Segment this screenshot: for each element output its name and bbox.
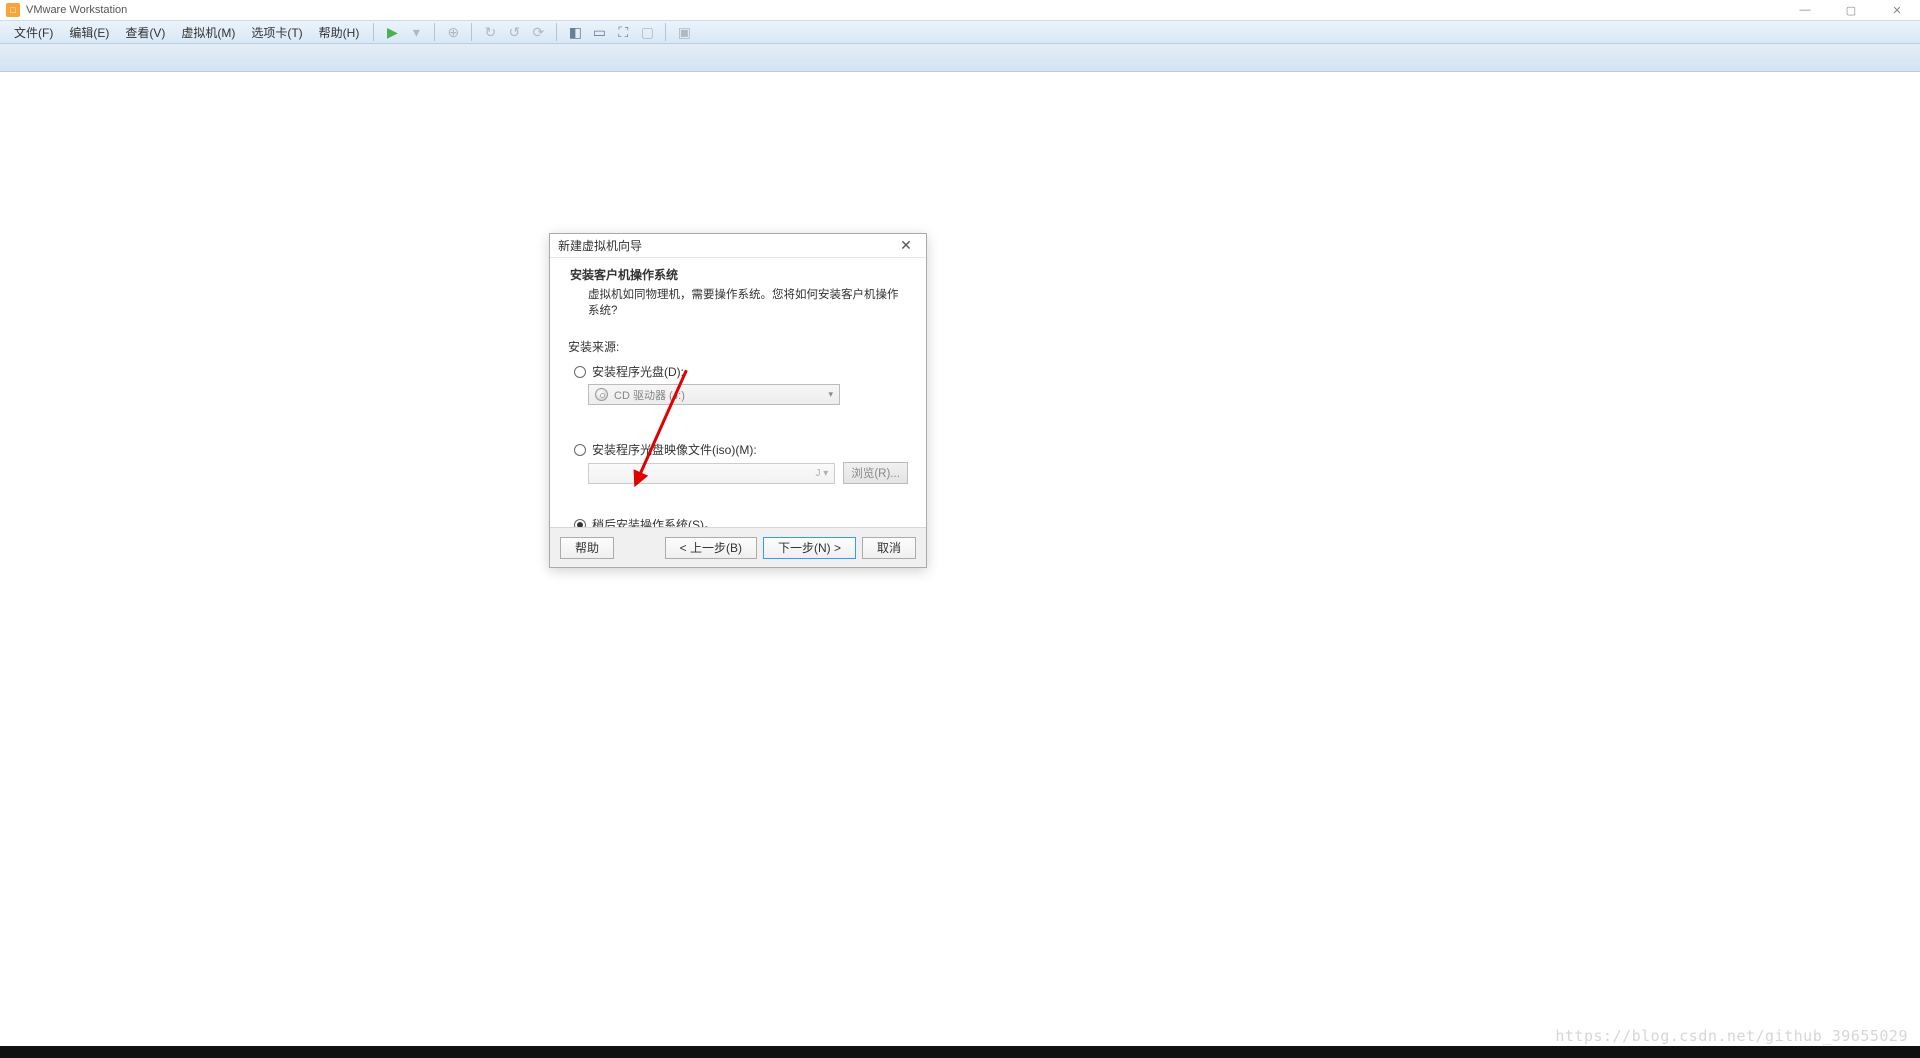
toolbar-icon[interactable]: ⟳ xyxy=(529,23,547,41)
app-title: VMware Workstation xyxy=(26,4,127,16)
fullscreen-icon[interactable]: ▢ xyxy=(638,23,656,41)
browse-button[interactable]: 浏览(R)... xyxy=(843,462,908,484)
tab-strip xyxy=(0,44,1920,72)
play-icon[interactable]: ▶ xyxy=(383,23,401,41)
radio-disc-label: 安装程序光盘(D): xyxy=(592,363,684,380)
radio-icon xyxy=(574,366,586,378)
content-area xyxy=(0,72,1920,1058)
taskbar xyxy=(0,1046,1920,1058)
menu-view[interactable]: 查看(V) xyxy=(117,21,173,43)
separator xyxy=(373,23,374,41)
close-icon[interactable]: ✕ xyxy=(894,237,918,254)
separator xyxy=(434,23,435,41)
source-label: 安装来源: xyxy=(568,338,908,355)
toolbar-icon[interactable]: ↻ xyxy=(481,23,499,41)
separator xyxy=(665,23,666,41)
radio-installer-disc[interactable]: 安装程序光盘(D): xyxy=(568,363,908,380)
radio-iso-file[interactable]: 安装程序光盘映像文件(iso)(M): xyxy=(568,441,908,458)
dialog-header: 安装客户机操作系统 虚拟机如同物理机，需要操作系统。您将如何安装客户机操作系统? xyxy=(550,258,926,328)
dialog-body: 安装来源: 安装程序光盘(D): CD 驱动器 (J:) ▾ 安装程序光盘映像文… xyxy=(550,328,926,559)
dialog-subheading: 虚拟机如同物理机，需要操作系统。您将如何安装客户机操作系统? xyxy=(570,286,906,318)
title-bar: □ VMware Workstation — ▢ ✕ xyxy=(0,0,1920,20)
minimize-button[interactable]: — xyxy=(1782,0,1828,20)
back-button[interactable]: < 上一步(B) xyxy=(665,537,757,559)
dialog-footer: 帮助 < 上一步(B) 下一步(N) > 取消 xyxy=(550,527,926,567)
iso-combo-indicator: J ▾ xyxy=(815,468,828,479)
menu-bar: 文件(F) 编辑(E) 查看(V) 虚拟机(M) 选项卡(T) 帮助(H) ▶ … xyxy=(0,20,1920,44)
app-icon: □ xyxy=(6,3,20,17)
window-controls: — ▢ ✕ xyxy=(1782,0,1920,20)
separator xyxy=(471,23,472,41)
toolbar-icon[interactable]: ⊕ xyxy=(444,23,462,41)
radio-iso-label: 安装程序光盘映像文件(iso)(M): xyxy=(592,441,757,458)
disc-icon xyxy=(595,388,608,401)
menu-help[interactable]: 帮助(H) xyxy=(311,21,368,43)
dialog-heading: 安装客户机操作系统 xyxy=(570,266,906,283)
dialog-titlebar[interactable]: 新建虚拟机向导 ✕ xyxy=(550,234,926,258)
iso-path-input[interactable]: J ▾ xyxy=(588,463,835,484)
dropdown-icon[interactable]: ▾ xyxy=(407,23,425,41)
toolbar-icon[interactable]: ↺ xyxy=(505,23,523,41)
separator xyxy=(556,23,557,41)
close-button[interactable]: ✕ xyxy=(1874,0,1920,20)
sidebar-toggle-icon[interactable]: ◧ xyxy=(566,23,584,41)
disc-drive-label: CD 驱动器 (J:) xyxy=(614,387,685,403)
menu-tabs[interactable]: 选项卡(T) xyxy=(243,21,310,43)
new-vm-wizard-dialog: 新建虚拟机向导 ✕ 安装客户机操作系统 虚拟机如同物理机，需要操作系统。您将如何… xyxy=(549,233,927,568)
radio-icon xyxy=(574,444,586,456)
maximize-button[interactable]: ▢ xyxy=(1828,0,1874,20)
cancel-button[interactable]: 取消 xyxy=(862,537,916,559)
dialog-title: 新建虚拟机向导 xyxy=(558,237,642,254)
chevron-down-icon: ▾ xyxy=(828,389,833,400)
menu-vm[interactable]: 虚拟机(M) xyxy=(173,21,243,43)
fit-icon[interactable]: ⛶ xyxy=(614,23,632,41)
help-button[interactable]: 帮助 xyxy=(560,537,614,559)
disc-drive-combo[interactable]: CD 驱动器 (J:) ▾ xyxy=(588,384,840,405)
menu-edit[interactable]: 编辑(E) xyxy=(61,21,117,43)
next-button[interactable]: 下一步(N) > xyxy=(763,537,856,559)
thumbnail-icon[interactable]: ▭ xyxy=(590,23,608,41)
watermark-text: https://blog.csdn.net/github_39655029 xyxy=(1555,1027,1908,1045)
menu-file[interactable]: 文件(F) xyxy=(6,21,61,43)
unity-icon[interactable]: ▣ xyxy=(675,23,693,41)
iso-row: J ▾ 浏览(R)... xyxy=(588,462,908,484)
